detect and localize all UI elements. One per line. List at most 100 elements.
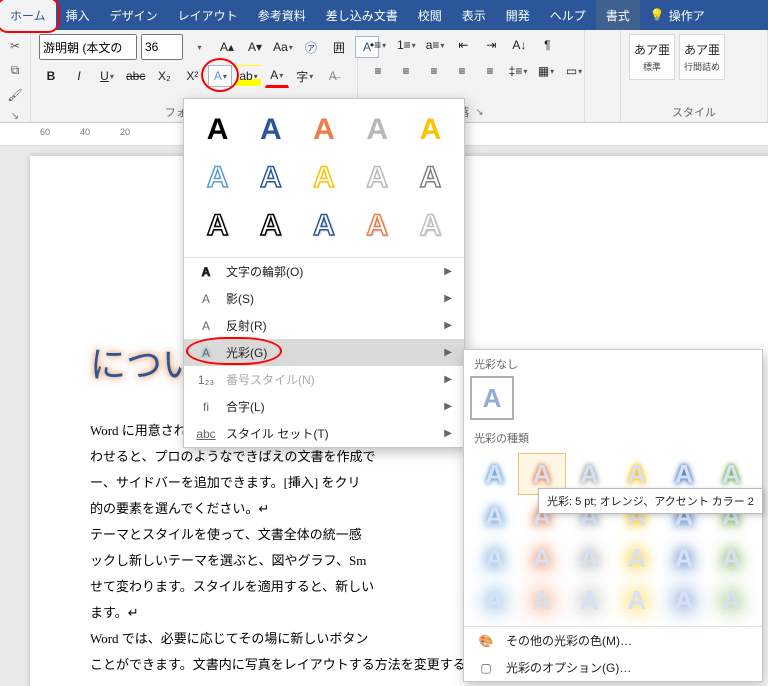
- menu-outline[interactable]: A文字の輪郭(O)▶: [184, 258, 464, 285]
- menu-style-set[interactable]: abcスタイル セット(T)▶: [184, 420, 464, 447]
- styles-group: あア亜標準 あア亜行間詰め スタイル: [621, 30, 768, 122]
- glow-variants-grid: AAAAAAAAAAAAAAAAAAAAAAAA: [464, 452, 762, 626]
- glow-variant[interactable]: A: [567, 580, 612, 620]
- enclose-chars-button[interactable]: 字: [293, 65, 317, 87]
- tab-home[interactable]: ホーム: [0, 0, 56, 30]
- text-effect-sample[interactable]: A: [247, 157, 294, 199]
- glow-none[interactable]: A: [472, 378, 512, 418]
- menu-shadow[interactable]: A影(S)▶: [184, 285, 464, 312]
- tab-review[interactable]: 校閲: [408, 0, 452, 30]
- glow-tooltip: 光彩: 5 pt; オレンジ、アクセント カラー 2: [538, 488, 763, 514]
- copy-button[interactable]: ⧉: [3, 62, 27, 79]
- text-effect-sample[interactable]: A: [194, 205, 241, 247]
- text-effects-button[interactable]: A: [208, 65, 232, 87]
- text-effect-sample[interactable]: A: [407, 205, 454, 247]
- bullets-button[interactable]: •≡: [366, 34, 390, 56]
- text-effects-gallery: AAAAAAAAAAAAAAA A文字の輪郭(O)▶ A影(S)▶ A反射(R)…: [183, 98, 465, 448]
- borders-button[interactable]: ▭: [562, 60, 586, 82]
- multilevel-button[interactable]: a≡: [423, 34, 448, 56]
- glow-variant[interactable]: A: [709, 580, 754, 620]
- text-effect-sample[interactable]: A: [354, 157, 401, 199]
- align-left-button[interactable]: ≡: [366, 60, 390, 82]
- text-effect-sample[interactable]: A: [354, 205, 401, 247]
- glow-variant[interactable]: A: [614, 580, 659, 620]
- justify-button[interactable]: ≡: [450, 60, 474, 82]
- font-size-combo[interactable]: [141, 34, 183, 60]
- hidden-group: [585, 30, 621, 122]
- glow-variant[interactable]: A: [661, 538, 706, 578]
- glow-variant[interactable]: A: [519, 538, 564, 578]
- change-case-button[interactable]: Aa: [271, 36, 295, 58]
- underline-button[interactable]: U: [95, 65, 119, 87]
- increase-indent-button[interactable]: ⇥: [479, 34, 503, 56]
- tab-insert[interactable]: 挿入: [56, 0, 100, 30]
- numbering-button[interactable]: 1≡: [394, 34, 419, 56]
- clear-format-button[interactable]: A̶: [321, 65, 345, 87]
- menu-reflection[interactable]: A反射(R)▶: [184, 312, 464, 339]
- align-right-button[interactable]: ≡: [422, 60, 446, 82]
- strike-button[interactable]: abc: [123, 65, 148, 87]
- menu-glow[interactable]: A光彩(G)▶: [184, 339, 464, 366]
- glow-variant[interactable]: A: [567, 538, 612, 578]
- text-effect-sample[interactable]: A: [354, 109, 401, 151]
- cut-button[interactable]: ✂: [3, 38, 27, 54]
- glow-variant[interactable]: A: [472, 454, 517, 494]
- font-size-dropdown[interactable]: [187, 36, 211, 58]
- sort-button[interactable]: A↓: [507, 34, 531, 56]
- line-spacing-button[interactable]: ‡≡: [506, 60, 530, 82]
- style-normal[interactable]: あア亜標準: [629, 34, 675, 80]
- text-effect-sample[interactable]: A: [194, 157, 241, 199]
- text-effect-sample[interactable]: A: [407, 109, 454, 151]
- glow-variant[interactable]: A: [519, 580, 564, 620]
- glow-variant[interactable]: A: [472, 538, 517, 578]
- phonetic-guide-button[interactable]: ㋐: [299, 36, 323, 58]
- font-name-combo[interactable]: [39, 34, 137, 60]
- shading-button[interactable]: ▦: [534, 60, 558, 82]
- format-painter-button[interactable]: 🖌: [3, 87, 27, 103]
- subscript-button[interactable]: X₂: [152, 65, 176, 87]
- menu-ligature[interactable]: fi合字(L)▶: [184, 393, 464, 420]
- highlight-button[interactable]: ab: [236, 65, 260, 87]
- glow-variant[interactable]: A: [614, 538, 659, 578]
- text-effect-sample[interactable]: A: [247, 205, 294, 247]
- tab-references[interactable]: 参考資料: [248, 0, 316, 30]
- font-color-button[interactable]: A: [265, 64, 289, 88]
- tab-mailings[interactable]: 差し込み文書: [316, 0, 408, 30]
- glow-variant[interactable]: A: [661, 580, 706, 620]
- align-center-button[interactable]: ≡: [394, 60, 418, 82]
- chevron-right-icon: ▶: [444, 401, 452, 412]
- paragraph-launcher[interactable]: ↘: [475, 107, 483, 118]
- shrink-font-button[interactable]: A▾: [243, 36, 267, 58]
- tab-tell-me[interactable]: 💡操作ア: [640, 0, 715, 30]
- tab-layout[interactable]: レイアウト: [168, 0, 248, 30]
- text-effect-sample[interactable]: A: [407, 157, 454, 199]
- tab-help[interactable]: ヘルプ: [540, 0, 596, 30]
- glow-more-colors[interactable]: 🎨その他の光彩の色(M)…: [464, 627, 762, 654]
- char-border-button[interactable]: 囲: [327, 36, 351, 58]
- show-marks-button[interactable]: ¶: [535, 34, 559, 56]
- chevron-right-icon: ▶: [444, 266, 452, 277]
- text-effect-sample[interactable]: A: [300, 109, 347, 151]
- text-effect-sample[interactable]: A: [247, 109, 294, 151]
- glow-variant[interactable]: A: [709, 538, 754, 578]
- decrease-indent-button[interactable]: ⇤: [451, 34, 475, 56]
- glow-variant[interactable]: A: [472, 580, 517, 620]
- glow-variant[interactable]: A: [472, 496, 517, 536]
- chevron-right-icon: ▶: [444, 293, 452, 304]
- bold-button[interactable]: B: [39, 65, 63, 87]
- tab-developer[interactable]: 開発: [496, 0, 540, 30]
- superscript-button[interactable]: X²: [180, 65, 204, 87]
- text-effect-sample[interactable]: A: [194, 109, 241, 151]
- style-no-spacing[interactable]: あア亜行間詰め: [679, 34, 725, 80]
- text-effect-sample[interactable]: A: [300, 157, 347, 199]
- tab-format[interactable]: 書式: [596, 0, 640, 30]
- glow-variants-header: 光彩の種類: [464, 424, 762, 452]
- grow-font-button[interactable]: A▴: [215, 36, 239, 58]
- shadow-icon: A: [196, 292, 216, 306]
- tab-design[interactable]: デザイン: [100, 0, 168, 30]
- tab-view[interactable]: 表示: [452, 0, 496, 30]
- text-effect-sample[interactable]: A: [300, 205, 347, 247]
- distributed-button[interactable]: ≡: [478, 60, 502, 82]
- italic-button[interactable]: I: [67, 65, 91, 87]
- clipboard-launcher[interactable]: ↘: [11, 111, 19, 122]
